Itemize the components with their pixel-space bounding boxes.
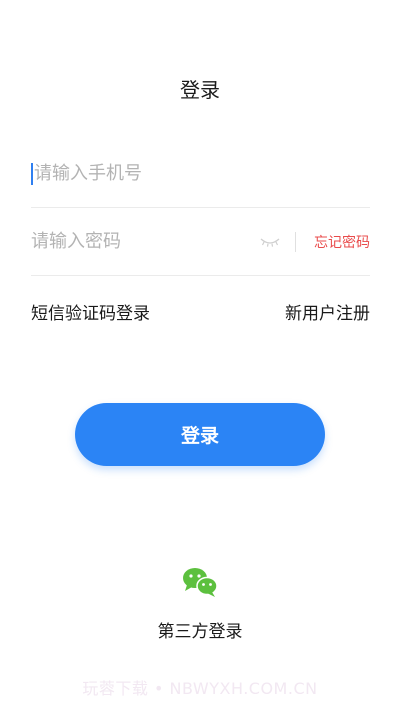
field-divider — [295, 231, 296, 252]
wechat-icon[interactable] — [181, 566, 219, 598]
phone-field[interactable] — [31, 140, 370, 208]
third-party-login-label[interactable]: 第三方登录 — [0, 620, 400, 644]
eye-closed-icon[interactable] — [259, 234, 281, 250]
phone-input[interactable] — [34, 157, 370, 190]
text-cursor — [31, 162, 33, 185]
login-button[interactable]: 登录 — [75, 403, 325, 466]
login-page: 登录 忘记密码 短信验证码登录 新用户注册 登录 — [0, 0, 400, 711]
forgot-password-link[interactable]: 忘记密码 — [314, 232, 370, 252]
sms-login-link[interactable]: 短信验证码登录 — [31, 302, 150, 326]
login-options: 短信验证码登录 新用户注册 — [31, 302, 370, 326]
register-link[interactable]: 新用户注册 — [285, 302, 370, 326]
page-title: 登录 — [180, 78, 220, 102]
watermark: 玩蓉下载 • NBWYXH.COM.CN — [82, 679, 318, 698]
password-input[interactable] — [31, 225, 259, 258]
password-field[interactable]: 忘记密码 — [31, 208, 370, 276]
